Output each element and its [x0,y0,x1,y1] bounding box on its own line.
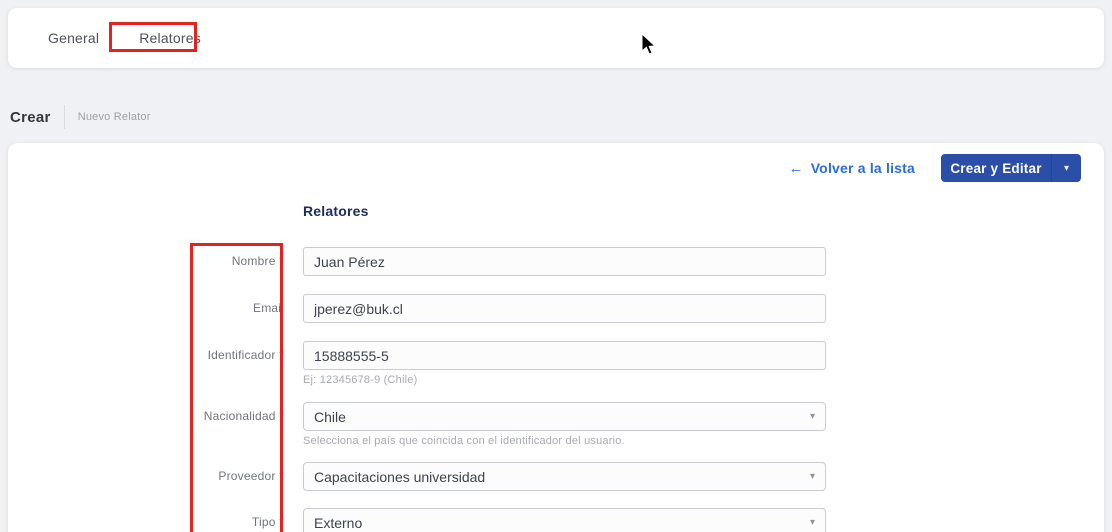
nacionalidad-label: Nacionalidad * [8,402,284,448]
form-row-proveedor: Proveedor * Capacitaciones universidad ▾ [8,462,1104,491]
form-section-title: Relatores [303,203,369,219]
form-row-nombre: Nombre * [8,247,1104,276]
form-card: ← Volver a la lista Crear y Editar ▾ Rel… [8,143,1104,532]
form-row-identificador: Identificador * Ej: 12345678-9 (Chile) [8,341,1104,387]
form: Nombre * Email Identificador * Ej: 12345… [8,247,1104,532]
tabs: General Relatores [8,8,1104,68]
create-and-edit-button[interactable]: Crear y Editar ▾ [941,154,1081,182]
form-row-email: Email [8,294,1104,323]
nacionalidad-select[interactable]: Chile ▾ [303,402,826,431]
page: { "tabs": [ { "label": "General" }, { "l… [0,0,1112,532]
breadcrumb-divider [64,105,65,129]
page-title: Crear [10,109,51,126]
proveedor-select-value: Capacitaciones universidad [314,469,810,485]
identificador-hint: Ej: 12345678-9 (Chile) [303,374,826,387]
tipo-select-value: Externo [314,515,810,531]
nombre-label: Nombre * [8,247,284,276]
form-row-nacionalidad: Nacionalidad * Chile ▾ Selecciona el paí… [8,402,1104,448]
create-and-edit-label: Crear y Editar [941,154,1051,182]
tab-general[interactable]: General [48,30,99,46]
caret-down-icon: ▾ [810,471,815,482]
tab-relatores[interactable]: Relatores [139,30,201,46]
back-arrow-icon: ← [788,160,803,177]
caret-down-icon[interactable]: ▾ [1051,154,1081,182]
proveedor-label: Proveedor * [8,462,284,491]
nacionalidad-select-value: Chile [314,409,810,425]
breadcrumb: Crear Nuevo Relator [10,103,151,131]
nombre-input[interactable] [303,247,826,276]
proveedor-select[interactable]: Capacitaciones universidad ▾ [303,462,826,491]
nacionalidad-hint: Selecciona el país que coincida con el i… [303,435,826,448]
back-to-list-link[interactable]: ← Volver a la lista [788,160,915,177]
email-input[interactable] [303,294,826,323]
tipo-label: Tipo * [8,508,284,532]
identificador-input[interactable] [303,341,826,370]
toolbar: ← Volver a la lista Crear y Editar ▾ [788,154,1081,182]
tipo-select[interactable]: Externo ▾ [303,508,826,532]
email-label: Email [8,294,284,323]
caret-down-icon: ▾ [810,411,815,422]
form-row-tipo: Tipo * Externo ▾ [8,508,1104,532]
back-link-label: Volver a la lista [811,160,915,176]
caret-down-icon: ▾ [810,517,815,528]
tab-bar: General Relatores [8,8,1104,68]
breadcrumb-subtitle: Nuevo Relator [78,111,151,123]
identificador-label: Identificador * [8,341,284,387]
